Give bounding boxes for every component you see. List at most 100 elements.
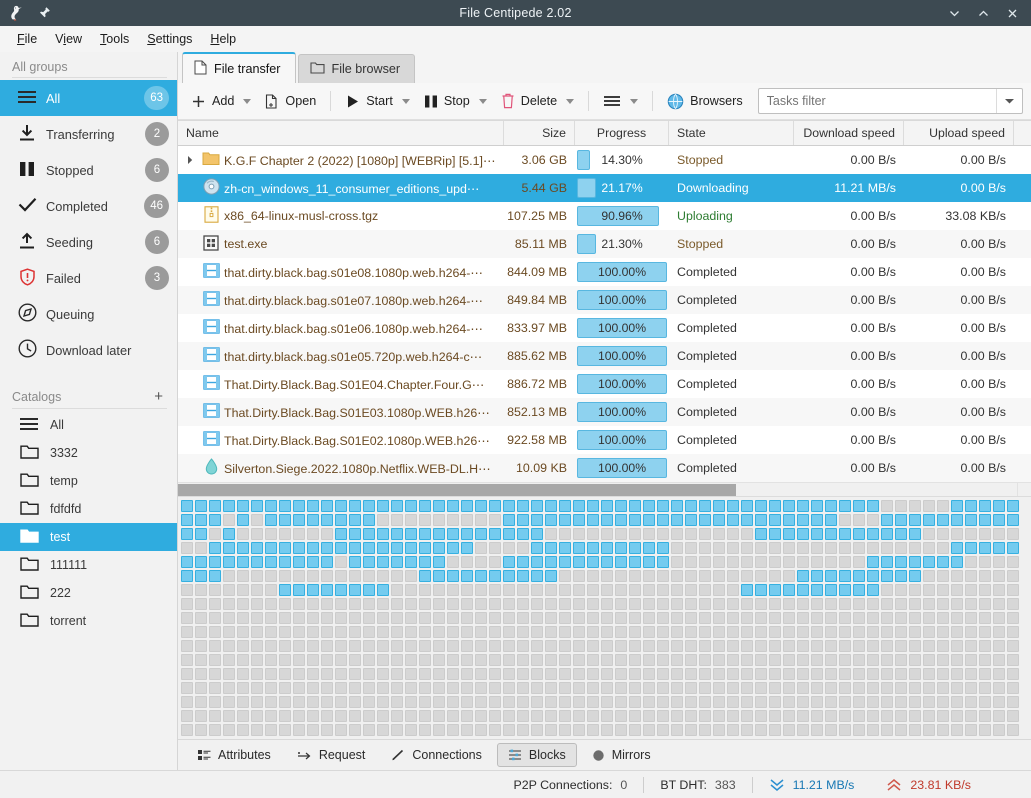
sidebar-item-222[interactable]: 222	[0, 579, 177, 607]
column-header-name[interactable]: Name	[178, 121, 504, 145]
tab-file-transfer[interactable]: File transfer	[182, 52, 296, 83]
block-cell	[726, 709, 740, 723]
block-cell	[964, 611, 978, 625]
block-cell	[502, 499, 516, 513]
block-cell	[572, 555, 586, 569]
sidebar-item-transferring[interactable]: Transferring2	[0, 116, 177, 152]
block-cell	[628, 667, 642, 681]
sidebar-item-download-later[interactable]: Download later	[0, 332, 177, 368]
block-cell	[362, 541, 376, 555]
scrollbar-thumb[interactable]	[178, 484, 736, 496]
close-button[interactable]	[999, 2, 1025, 24]
sidebar-item-all[interactable]: All	[0, 411, 177, 439]
table-row[interactable]: That.Dirty.Black.Bag.S01E04.Chapter.Four…	[178, 370, 1031, 398]
column-header-size[interactable]: Size	[504, 121, 575, 145]
status-badge: Completed	[677, 265, 737, 279]
cell-upload-speed-value: 0.00 B/s	[961, 405, 1006, 419]
add-button[interactable]: Add	[184, 87, 258, 115]
add-catalog-button[interactable]: +	[150, 388, 167, 405]
sidebar-item-queuing[interactable]: Queuing	[0, 296, 177, 332]
block-cell	[586, 527, 600, 541]
block-cell	[614, 667, 628, 681]
menu-settings[interactable]: Settings	[138, 27, 201, 51]
table-row[interactable]: That.Dirty.Black.Bag.S01E03.1080p.WEB.h2…	[178, 398, 1031, 426]
column-header-download-speed[interactable]: Download speed	[794, 121, 904, 145]
block-cell	[964, 513, 978, 527]
chevron-down-icon[interactable]	[402, 99, 410, 104]
chevron-down-icon[interactable]	[243, 99, 251, 104]
block-cell	[614, 513, 628, 527]
minimize-button[interactable]	[941, 2, 967, 24]
sidebar-item-111111[interactable]: 111111	[0, 551, 177, 579]
start-button[interactable]: Start	[338, 87, 417, 115]
menu-help[interactable]: Help	[201, 27, 245, 51]
sidebar-item-all[interactable]: All63	[0, 80, 177, 116]
browsers-button[interactable]: Browsers	[660, 87, 749, 115]
sidebar-item-seeding[interactable]: Seeding6	[0, 224, 177, 260]
table-row[interactable]: zh-cn_windows_11_consumer_editions_upd⋯5…	[178, 174, 1031, 202]
block-cell	[362, 653, 376, 667]
block-cell	[516, 625, 530, 639]
detail-tab-mirrors[interactable]: Mirrors	[581, 743, 662, 767]
tasks-filter-input[interactable]	[759, 89, 996, 113]
pin-icon[interactable]	[37, 6, 51, 20]
menu-tools[interactable]: Tools	[91, 27, 138, 51]
block-cell	[614, 611, 628, 625]
table-row[interactable]: that.dirty.black.bag.s01e08.1080p.web.h2…	[178, 258, 1031, 286]
pause-icon	[424, 94, 438, 109]
table-row[interactable]: that.dirty.black.bag.s01e06.1080p.web.h2…	[178, 314, 1031, 342]
sidebar-item-stopped[interactable]: Stopped6	[0, 152, 177, 188]
sidebar-item-temp[interactable]: temp	[0, 467, 177, 495]
table-row[interactable]: K.G.F Chapter 2 (2022) [1080p] [WEBRip] …	[178, 146, 1031, 174]
block-cell	[208, 723, 222, 737]
column-header-upload-speed[interactable]: Upload speed	[904, 121, 1014, 145]
sidebar-item-completed[interactable]: Completed46	[0, 188, 177, 224]
delete-button[interactable]: Delete	[494, 87, 581, 115]
chevron-down-icon[interactable]	[479, 99, 487, 104]
maximize-button[interactable]	[970, 2, 996, 24]
stop-button[interactable]: Stop	[417, 87, 494, 115]
tasks-filter[interactable]	[758, 88, 1023, 114]
expand-arrow-icon[interactable]	[182, 155, 198, 165]
sidebar-item-failed[interactable]: Failed3	[0, 260, 177, 296]
detail-tab-attributes[interactable]: Attributes	[186, 743, 282, 767]
table-row[interactable]: That.Dirty.Black.Bag.S01E02.1080p.WEB.h2…	[178, 426, 1031, 454]
table-row[interactable]: x86_64-linux-musl-cross.tgz107.25 MB90.9…	[178, 202, 1031, 230]
block-cell	[796, 555, 810, 569]
menu-file[interactable]: File	[8, 27, 46, 51]
table-row[interactable]: that.dirty.black.bag.s01e05.720p.web.h26…	[178, 342, 1031, 370]
block-cell	[810, 499, 824, 513]
block-cell	[180, 555, 194, 569]
sidebar-item-fdfdfd[interactable]: fdfdfd	[0, 495, 177, 523]
chevron-down-icon[interactable]	[630, 99, 638, 104]
detail-tab-request[interactable]: Request	[286, 743, 377, 767]
horizontal-scrollbar[interactable]	[178, 482, 1031, 496]
detail-tab-blocks[interactable]: Blocks	[497, 743, 577, 767]
cell-download-speed-value: 0.00 B/s	[851, 209, 896, 223]
cell-state: Stopped	[669, 146, 794, 174]
block-cell	[796, 625, 810, 639]
detail-tab-connections[interactable]: Connections	[380, 743, 493, 767]
chevron-down-icon[interactable]	[996, 89, 1022, 113]
sidebar-item-3332[interactable]: 3332	[0, 439, 177, 467]
block-cell	[936, 639, 950, 653]
table-row[interactable]: Silverton.Siege.2022.1080p.Netflix.WEB-D…	[178, 454, 1031, 482]
block-cell	[404, 723, 418, 737]
chevron-down-icon[interactable]	[566, 99, 574, 104]
table-row[interactable]: that.dirty.black.bag.s01e07.1080p.web.h2…	[178, 286, 1031, 314]
block-cell	[460, 681, 474, 695]
tab-file-browser[interactable]: File browser	[298, 54, 416, 83]
open-button[interactable]: Open	[258, 87, 323, 115]
sidebar-item-torrent[interactable]: torrent	[0, 607, 177, 635]
block-cell	[642, 569, 656, 583]
column-header-state[interactable]: State	[669, 121, 794, 145]
block-grid[interactable]	[180, 499, 1031, 737]
table-row[interactable]: test.exe85.11 MB21.30%Stopped0.00 B/s0.0…	[178, 230, 1031, 258]
more-menu-button[interactable]	[596, 87, 645, 115]
block-cell	[334, 513, 348, 527]
menu-view[interactable]: View	[46, 27, 91, 51]
column-header-progress[interactable]: Progress	[575, 121, 669, 145]
block-cell	[362, 583, 376, 597]
sidebar-item-test[interactable]: test	[0, 523, 177, 551]
block-cell	[418, 625, 432, 639]
